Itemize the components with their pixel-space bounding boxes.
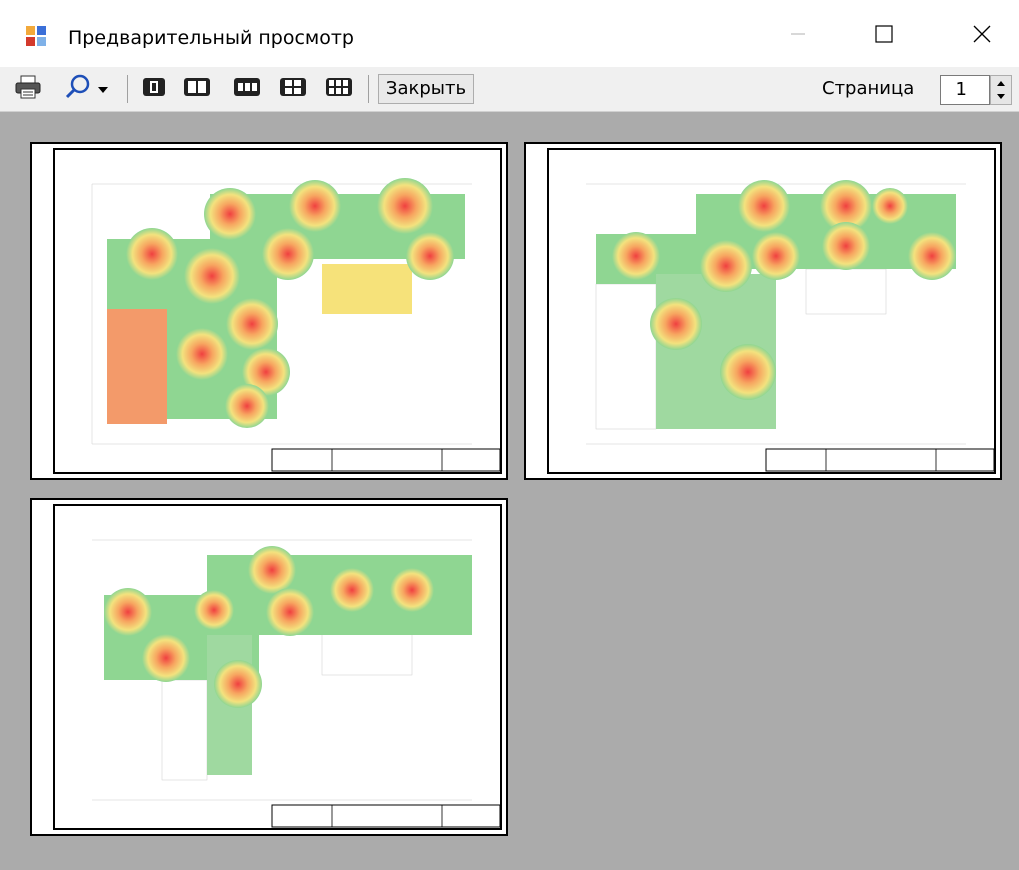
- floor-plan-heatmap-1: [91, 178, 501, 472]
- four-pages-button[interactable]: [276, 75, 310, 103]
- three-pages-icon: [232, 76, 262, 102]
- toolbar-separator: [368, 75, 369, 103]
- chevron-down-icon: [96, 80, 110, 99]
- maximize-button[interactable]: [854, 14, 914, 58]
- app-icon: [26, 26, 46, 46]
- close-button[interactable]: Закрыть: [378, 74, 474, 104]
- preview-page-2[interactable]: [524, 142, 1002, 480]
- print-button[interactable]: [12, 75, 44, 103]
- printer-icon: [14, 75, 42, 103]
- floor-plan-heatmap-3: [92, 539, 501, 828]
- page-number-input[interactable]: 1: [940, 75, 990, 105]
- magnifier-icon: [64, 74, 96, 104]
- page-label: Страница: [822, 78, 915, 99]
- close-window-button[interactable]: [952, 14, 1012, 58]
- minimize-icon: [790, 26, 806, 46]
- minimize-button[interactable]: [768, 14, 828, 58]
- four-pages-icon: [278, 76, 308, 102]
- preview-area[interactable]: [0, 112, 1019, 870]
- six-pages-icon: [324, 76, 354, 102]
- three-pages-button[interactable]: [230, 75, 264, 103]
- six-pages-button[interactable]: [322, 75, 356, 103]
- two-pages-icon: [182, 76, 212, 102]
- window-title: Предварительный просмотр: [68, 27, 354, 49]
- two-pages-button[interactable]: [180, 75, 214, 103]
- spin-down-icon[interactable]: [991, 90, 1011, 104]
- preview-page-1[interactable]: [30, 142, 508, 480]
- page-spinner[interactable]: [990, 75, 1012, 105]
- spin-up-icon[interactable]: [991, 76, 1011, 90]
- title-bar: Предварительный просмотр: [0, 0, 1019, 67]
- zoom-button[interactable]: [56, 74, 118, 104]
- close-icon: [972, 24, 992, 48]
- one-page-icon: [141, 76, 167, 102]
- preview-page-3[interactable]: [30, 498, 508, 836]
- one-page-button[interactable]: [138, 75, 170, 103]
- floor-plan-heatmap-2: [586, 180, 995, 472]
- maximize-icon: [874, 24, 894, 48]
- toolbar-separator: [127, 75, 128, 103]
- toolbar: Закрыть Страница 1: [0, 67, 1019, 112]
